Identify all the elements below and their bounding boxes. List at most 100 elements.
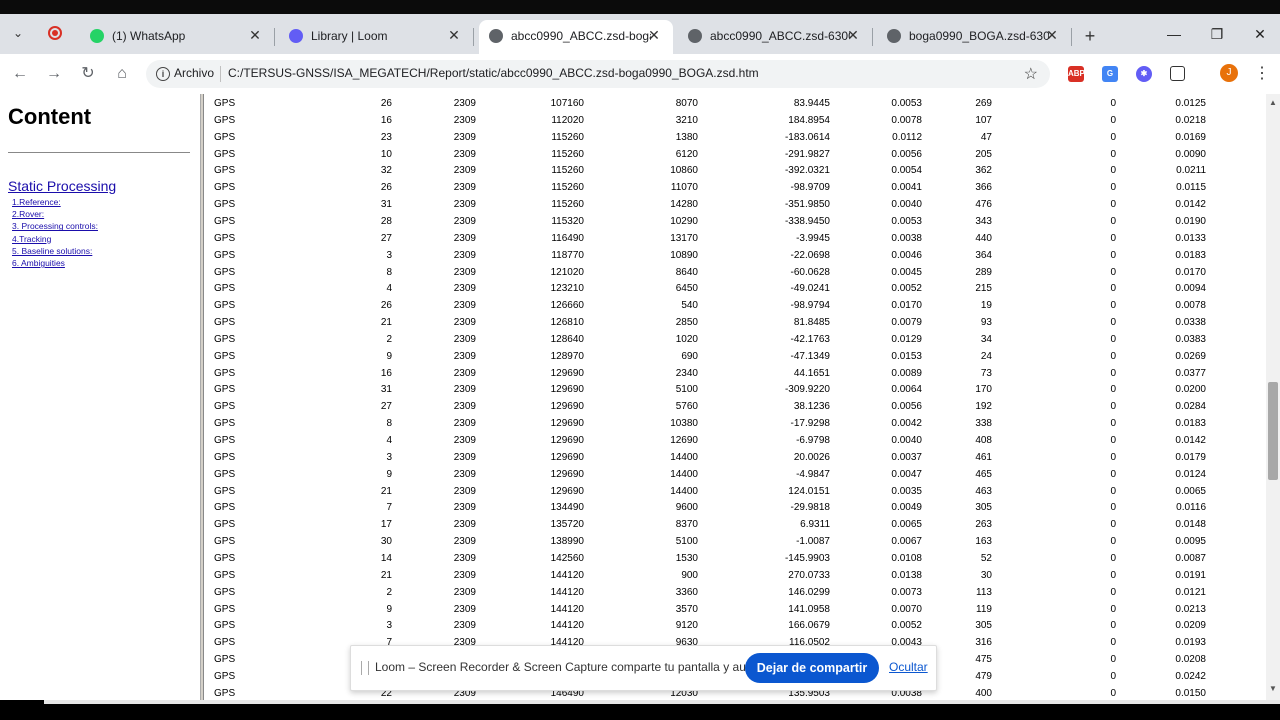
cell-week: 2309 xyxy=(453,586,476,598)
cell-start: 115260 xyxy=(551,131,584,143)
cell-epochs: 343 xyxy=(975,215,992,227)
cell-prn: 17 xyxy=(380,519,392,531)
tab-title: Library | Loom xyxy=(311,29,388,43)
sidebar-link-rover[interactable]: 2.Rover: xyxy=(12,208,98,220)
tab-close-icon[interactable]: ✕ xyxy=(246,26,264,44)
cell-epochs: 476 xyxy=(975,199,992,211)
browser-tab[interactable]: boga0990_BOGA.zsd-6300 ✕ xyxy=(877,20,1072,54)
browser-tab[interactable]: abcc0990_ABCC.zsd-6300 ✕ xyxy=(678,20,873,54)
cell-flag: 0 xyxy=(1110,502,1116,514)
adblock-extension-icon[interactable]: ABP xyxy=(1068,66,1085,82)
scrollbar-thumb[interactable] xyxy=(1268,382,1278,480)
cell-system: GPS xyxy=(214,199,236,211)
table-row: GPS 9 2309 128970 690 -47.1349 0.0153 24 0 0.0269 xyxy=(206,349,1266,366)
home-icon[interactable]: ⌂ xyxy=(112,64,132,84)
hide-link[interactable]: Ocultar xyxy=(889,660,928,674)
static-processing-link[interactable]: Static Processing xyxy=(8,178,116,194)
cell-duration: 900 xyxy=(681,569,698,581)
cell-start: 126660 xyxy=(550,300,584,312)
minimize-icon[interactable]: — xyxy=(1164,24,1184,44)
bookmark-star-icon[interactable]: ☆ xyxy=(1024,64,1038,84)
drag-handle-icon[interactable] xyxy=(361,661,369,675)
table-row: GPS 14 2309 142560 1530 -145.9903 0.0108 52 0 0.0… xyxy=(206,551,1266,568)
cell-value: 124.0151 xyxy=(788,485,830,497)
tab-search-chevron-icon[interactable]: ⌄ xyxy=(8,22,28,44)
cell-prn: 27 xyxy=(380,232,392,244)
profile-avatar[interactable]: J xyxy=(1220,64,1238,82)
cell-week: 2309 xyxy=(453,199,476,211)
cell-flag: 0 xyxy=(1110,586,1116,598)
cell-sigma: 0.0054 xyxy=(891,165,922,177)
extensions-puzzle-icon[interactable] xyxy=(1170,66,1185,81)
reload-icon[interactable]: ↻ xyxy=(78,64,98,84)
cell-flag: 0 xyxy=(1110,333,1116,345)
cell-duration: 690 xyxy=(681,350,698,362)
table-row: GPS 31 2309 129690 5100 -309.9220 0.0064 170 0 0.… xyxy=(206,382,1266,399)
menu-kebab-icon[interactable]: ⋮ xyxy=(1254,64,1270,84)
translate-extension-icon[interactable]: G xyxy=(1102,66,1118,82)
sidebar-link-ambiguities[interactable]: 6. Ambiguities xyxy=(12,257,98,269)
tab-close-icon[interactable]: ✕ xyxy=(645,26,663,44)
cell-epochs: 205 xyxy=(975,148,992,160)
info-icon[interactable]: i xyxy=(156,67,170,81)
cell-start: 107160 xyxy=(550,98,584,109)
table-row: GPS 4 2309 129690 12690 -6.9798 0.0040 408 0 0.01… xyxy=(206,433,1266,450)
address-bar[interactable]: i Archivo C:/TERSUS-GNSS/ISA_MEGATECH/Re… xyxy=(146,60,1050,88)
cell-system: GPS xyxy=(214,131,236,143)
scrollbar[interactable]: ▲ ▼ xyxy=(1266,94,1280,700)
cell-epochs: 364 xyxy=(975,249,992,261)
browser-tab[interactable]: Library | Loom ✕ xyxy=(279,20,474,54)
restore-icon[interactable]: ❐ xyxy=(1207,24,1227,44)
tab-close-icon[interactable]: ✕ xyxy=(445,26,463,44)
cell-prn: 7 xyxy=(386,502,392,514)
tab-close-icon[interactable]: ✕ xyxy=(844,26,862,44)
sidebar-link-reference[interactable]: 1.Reference: xyxy=(12,196,98,208)
frame-divider[interactable] xyxy=(200,94,204,700)
browser-tab[interactable]: (1) WhatsApp ✕ xyxy=(80,20,275,54)
cell-sigma: 0.0065 xyxy=(891,519,922,531)
scroll-down-arrow-icon[interactable]: ▼ xyxy=(1269,684,1277,693)
cell-week: 2309 xyxy=(453,300,476,312)
cell-prn: 30 xyxy=(380,536,392,548)
new-tab-button[interactable]: + xyxy=(1080,26,1100,46)
cell-rms: 0.0213 xyxy=(1175,603,1206,615)
close-window-icon[interactable]: ✕ xyxy=(1250,24,1270,44)
cell-value: -17.9298 xyxy=(790,418,830,430)
cell-start: 129690 xyxy=(550,468,584,480)
table-row: GPS 3 2309 144120 9120 166.0679 0.0052 305 0 0.02… xyxy=(206,618,1266,635)
sidebar-link-processing-controls[interactable]: 3. Processing controls: xyxy=(12,220,98,232)
table-row: GPS 8 2309 129690 10380 -17.9298 0.0042 338 0 0.0… xyxy=(206,416,1266,433)
cell-prn: 3 xyxy=(386,451,392,463)
cell-prn: 4 xyxy=(386,283,392,295)
back-icon[interactable]: ← xyxy=(10,64,30,84)
tab-title: boga0990_BOGA.zsd-6300 xyxy=(909,29,1049,43)
cell-flag: 0 xyxy=(1110,114,1116,126)
cell-prn: 9 xyxy=(386,603,392,615)
cell-duration: 3360 xyxy=(675,586,698,598)
sidebar-link-baseline-solutions[interactable]: 5. Baseline solutions: xyxy=(12,245,98,257)
cell-system: GPS xyxy=(214,249,236,261)
tab-close-icon[interactable]: ✕ xyxy=(1043,26,1061,44)
sidebar-link-tracking[interactable]: 4.Tracking xyxy=(12,233,98,245)
loom-extension-icon[interactable]: ✱ xyxy=(1136,66,1152,82)
cell-start: 121020 xyxy=(550,266,584,278)
forward-icon[interactable]: → xyxy=(44,64,64,84)
table-row: GPS 28 2309 115320 10290 -338.9450 0.0053 343 0 0… xyxy=(206,214,1266,231)
cell-value: 81.8485 xyxy=(793,317,830,329)
cell-system: GPS xyxy=(214,603,236,615)
cell-flag: 0 xyxy=(1110,435,1116,446)
url-text[interactable]: C:/TERSUS-GNSS/ISA_MEGATECH/Report/stati… xyxy=(228,66,759,80)
cell-rms: 0.0125 xyxy=(1175,98,1206,109)
cell-prn: 4 xyxy=(386,435,392,446)
stop-sharing-button[interactable]: Dejar de compartir xyxy=(745,653,879,683)
cell-epochs: 163 xyxy=(975,536,992,548)
scroll-up-arrow-icon[interactable]: ▲ xyxy=(1269,98,1277,107)
cell-rms: 0.0115 xyxy=(1176,182,1206,194)
tab-title: (1) WhatsApp xyxy=(112,29,186,43)
cell-prn: 8 xyxy=(386,418,392,430)
cell-week: 2309 xyxy=(453,114,476,126)
browser-tab[interactable]: abcc0990_ABCC.zsd-boga ✕ xyxy=(479,20,673,54)
loom-sharing-message: Loom – Screen Recorder & Screen Capture … xyxy=(375,660,766,674)
globe-icon xyxy=(887,29,901,43)
cell-rms: 0.0170 xyxy=(1175,266,1206,278)
